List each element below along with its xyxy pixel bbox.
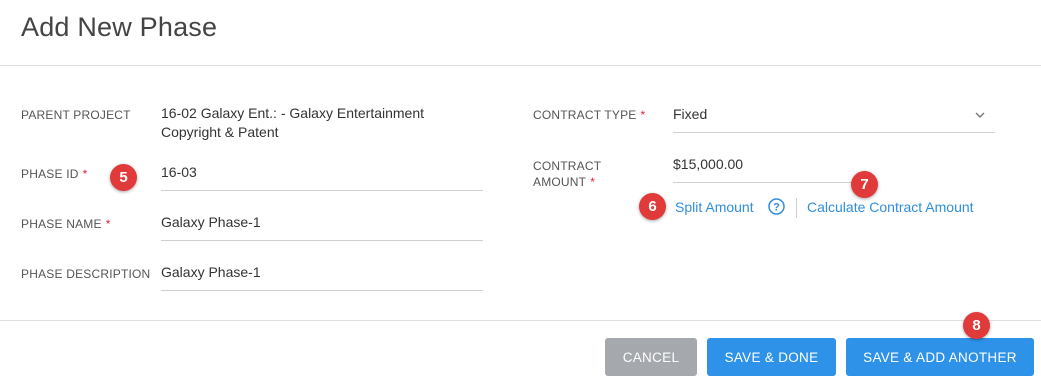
split-amount-link[interactable]: Split Amount bbox=[675, 199, 754, 215]
required-marker: * bbox=[82, 167, 88, 181]
link-divider bbox=[796, 198, 797, 218]
required-marker: * bbox=[640, 108, 646, 122]
contract-type-select[interactable]: Fixed bbox=[673, 105, 993, 124]
chevron-down-icon[interactable] bbox=[974, 109, 986, 121]
callout-badge-6: 6 bbox=[639, 193, 666, 220]
callout-badge-7: 7 bbox=[851, 171, 878, 198]
phase-description-underline bbox=[161, 290, 483, 291]
save-and-add-another-button[interactable]: SAVE & ADD ANOTHER bbox=[846, 338, 1034, 376]
required-marker: * bbox=[105, 217, 111, 231]
phase-description-label: PHASE DESCRIPTION bbox=[21, 267, 151, 281]
phase-name-input[interactable]: Galaxy Phase-1 bbox=[161, 213, 483, 232]
help-circle-icon[interactable]: ? bbox=[768, 198, 785, 215]
callout-badge-5: 5 bbox=[110, 164, 137, 191]
phase-name-underline bbox=[161, 240, 483, 241]
cancel-button[interactable]: CANCEL bbox=[605, 338, 697, 376]
callout-badge-8: 8 bbox=[963, 312, 990, 339]
parent-project-value-line1: 16-02 Galaxy Ent.: - Galaxy Entertainmen… bbox=[161, 105, 425, 121]
phase-id-label: PHASE ID * bbox=[21, 166, 88, 182]
page-title: Add New Phase bbox=[21, 12, 218, 42]
contract-amount-label-line1: CONTRACT bbox=[533, 159, 602, 173]
contract-amount-underline bbox=[673, 182, 853, 183]
required-marker: * bbox=[590, 175, 596, 189]
footer-divider bbox=[0, 320, 1041, 321]
contract-type-underline bbox=[673, 132, 995, 133]
phase-id-underline bbox=[161, 190, 483, 191]
contract-amount-label-line2: AMOUNT * bbox=[533, 174, 595, 190]
help-glyph: ? bbox=[773, 202, 780, 214]
phase-id-input[interactable]: 16-03 bbox=[161, 163, 483, 182]
phase-name-label-text: PHASE NAME bbox=[21, 217, 102, 231]
phase-id-label-text: PHASE ID bbox=[21, 167, 79, 181]
contract-type-label-text: CONTRACT TYPE bbox=[533, 108, 637, 122]
parent-project-label: PARENT PROJECT bbox=[21, 108, 131, 122]
contract-type-label: CONTRACT TYPE * bbox=[533, 107, 645, 123]
contract-amount-input[interactable]: $15,000.00 bbox=[673, 155, 853, 174]
phase-description-input[interactable]: Galaxy Phase-1 bbox=[161, 263, 483, 282]
phase-name-label: PHASE NAME * bbox=[21, 216, 111, 232]
dialog-header: Add New Phase bbox=[0, 0, 1041, 66]
calculate-contract-amount-link[interactable]: Calculate Contract Amount bbox=[807, 199, 974, 215]
save-and-done-button[interactable]: SAVE & DONE bbox=[707, 338, 836, 376]
contract-amount-label-text: AMOUNT bbox=[533, 175, 587, 189]
parent-project-value-line2: Copyright & Patent bbox=[161, 124, 279, 140]
